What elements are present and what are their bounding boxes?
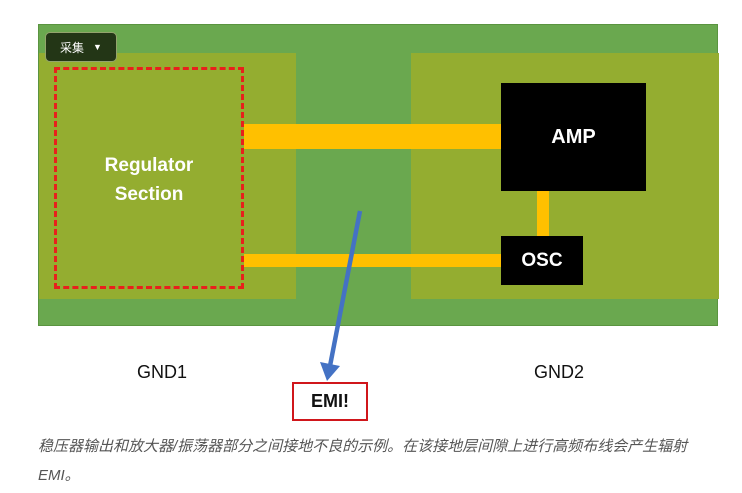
gnd1-label: GND1 [137, 362, 188, 382]
emi-arrow-line [327, 210, 363, 367]
emi-arrow [320, 210, 363, 381]
gnd2-label: GND2 [534, 362, 585, 382]
emi-arrow-head [320, 362, 340, 381]
emi-label: EMI! [311, 391, 349, 411]
emi-label-box: EMI! [292, 382, 368, 421]
caption: 稳压器输出和放大器/振荡器部分之间接地不良的示例。在该接地层间隙上进行高频布线会… [38, 438, 688, 484]
